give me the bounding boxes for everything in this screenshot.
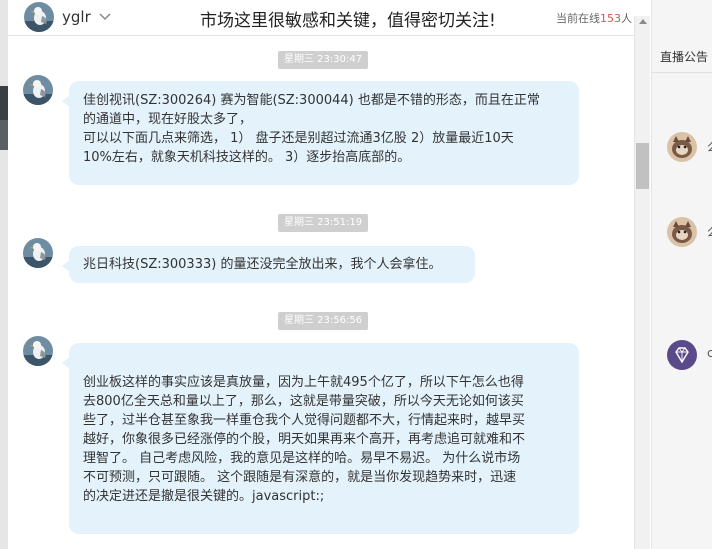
right-item-text: 么 [707,223,712,240]
message-line: 的通道中，现在好股太多了， [83,112,253,127]
right-item-text: 么 [707,138,712,155]
seagull-avatar[interactable] [23,336,53,366]
chat-header: yglr 市场这里很敏感和关键，值得密切关注! 当前在线153人 [8,0,650,36]
message-line: 理智了。 自己考虑风险，我的意见是这样的哈。易早不易迟。 为什么说市场 [83,451,521,466]
cat-avatar[interactable] [667,217,697,247]
message-line: 可以以下面几点来筛选， 1） 盘子还是别超过流通3亿股 2）放量最近10天 [83,131,514,146]
tab-announcements[interactable]: 直播公告 [660,48,708,65]
cat-avatar[interactable] [667,132,697,162]
username[interactable]: yglr [62,8,91,26]
message-timestamp: 星期三 23:51:19 [278,214,369,232]
right-item-text: c [707,346,712,360]
chat-scrollbar[interactable] [634,16,650,549]
scroll-thumb[interactable] [636,143,649,189]
message-line: 不可预测，只可跟随。 这个跟随是有深意的，就是当你发现趋势来时，迅速 [83,470,517,485]
online-number: 153 [600,12,621,25]
left-edge-strip [0,0,8,549]
message-line: 佳创视讯(SZ:300264) 赛为智能(SZ:300044) 也都是不错的形态… [83,93,540,108]
seagull-avatar[interactable] [23,75,53,105]
left-edge-band [0,86,8,120]
message-line: 越好，你象很多已经涨停的个股，明天如果再来个高开，再考虑追可就难和不 [83,432,526,447]
online-suffix: 人 [621,12,632,25]
message-line: 创业板这样的事实应该是真放量，因为上午就495个亿了，所以下午怎么也得 [83,375,524,390]
diamond-avatar[interactable] [667,340,697,370]
message-timestamp: 星期三 23:30:47 [278,51,369,69]
message-line: 些了，过半仓甚至象我一样重仓我个人觉得问题都不大，行情起来时，越早买 [83,413,526,428]
diamond-icon [675,347,689,364]
online-count: 当前在线153人 [556,10,632,26]
seagull-avatar[interactable] [24,2,54,32]
message-line: 的决定进还是撤是很关键的。javascript:; [83,489,325,504]
message-bubble: 创业板这样的事实应该是真放量，因为上午就495个亿了，所以下午怎么也得 去800… [62,343,579,534]
message-bubble: 佳创视讯(SZ:300264) 赛为智能(SZ:300044) 也都是不错的形态… [62,81,579,185]
page-title: 市场这里很敏感和关键，值得密切关注! [200,11,496,31]
message-line: 去800亿全天总和量以上了，那么，这就是带量突破，所以今天无论如何该买 [83,394,524,409]
chat-messages[interactable]: 星期三 23:30:47 佳创视讯(SZ:300264) 赛为智能(SZ:300… [8,37,634,549]
message-line: 兆日科技(SZ:300333) 的量还没完全放出来，我个人会拿住。 [83,257,442,272]
chevron-down-icon[interactable] [98,10,112,24]
seagull-avatar[interactable] [23,238,53,268]
scroll-up-arrow-icon[interactable] [639,19,647,24]
message-timestamp: 星期三 23:56:56 [278,312,369,330]
message-bubble: 兆日科技(SZ:300333) 的量还没完全放出来，我个人会拿住。 [62,246,475,283]
message-line: 10%左右，就象天机科技这样的。 3）逐步抬高底部的。 [83,150,411,165]
right-panel-divider [652,72,712,73]
left-edge-band [0,120,8,150]
online-prefix: 当前在线 [556,12,600,25]
right-panel: 直播公告 么 么 c [651,0,712,549]
